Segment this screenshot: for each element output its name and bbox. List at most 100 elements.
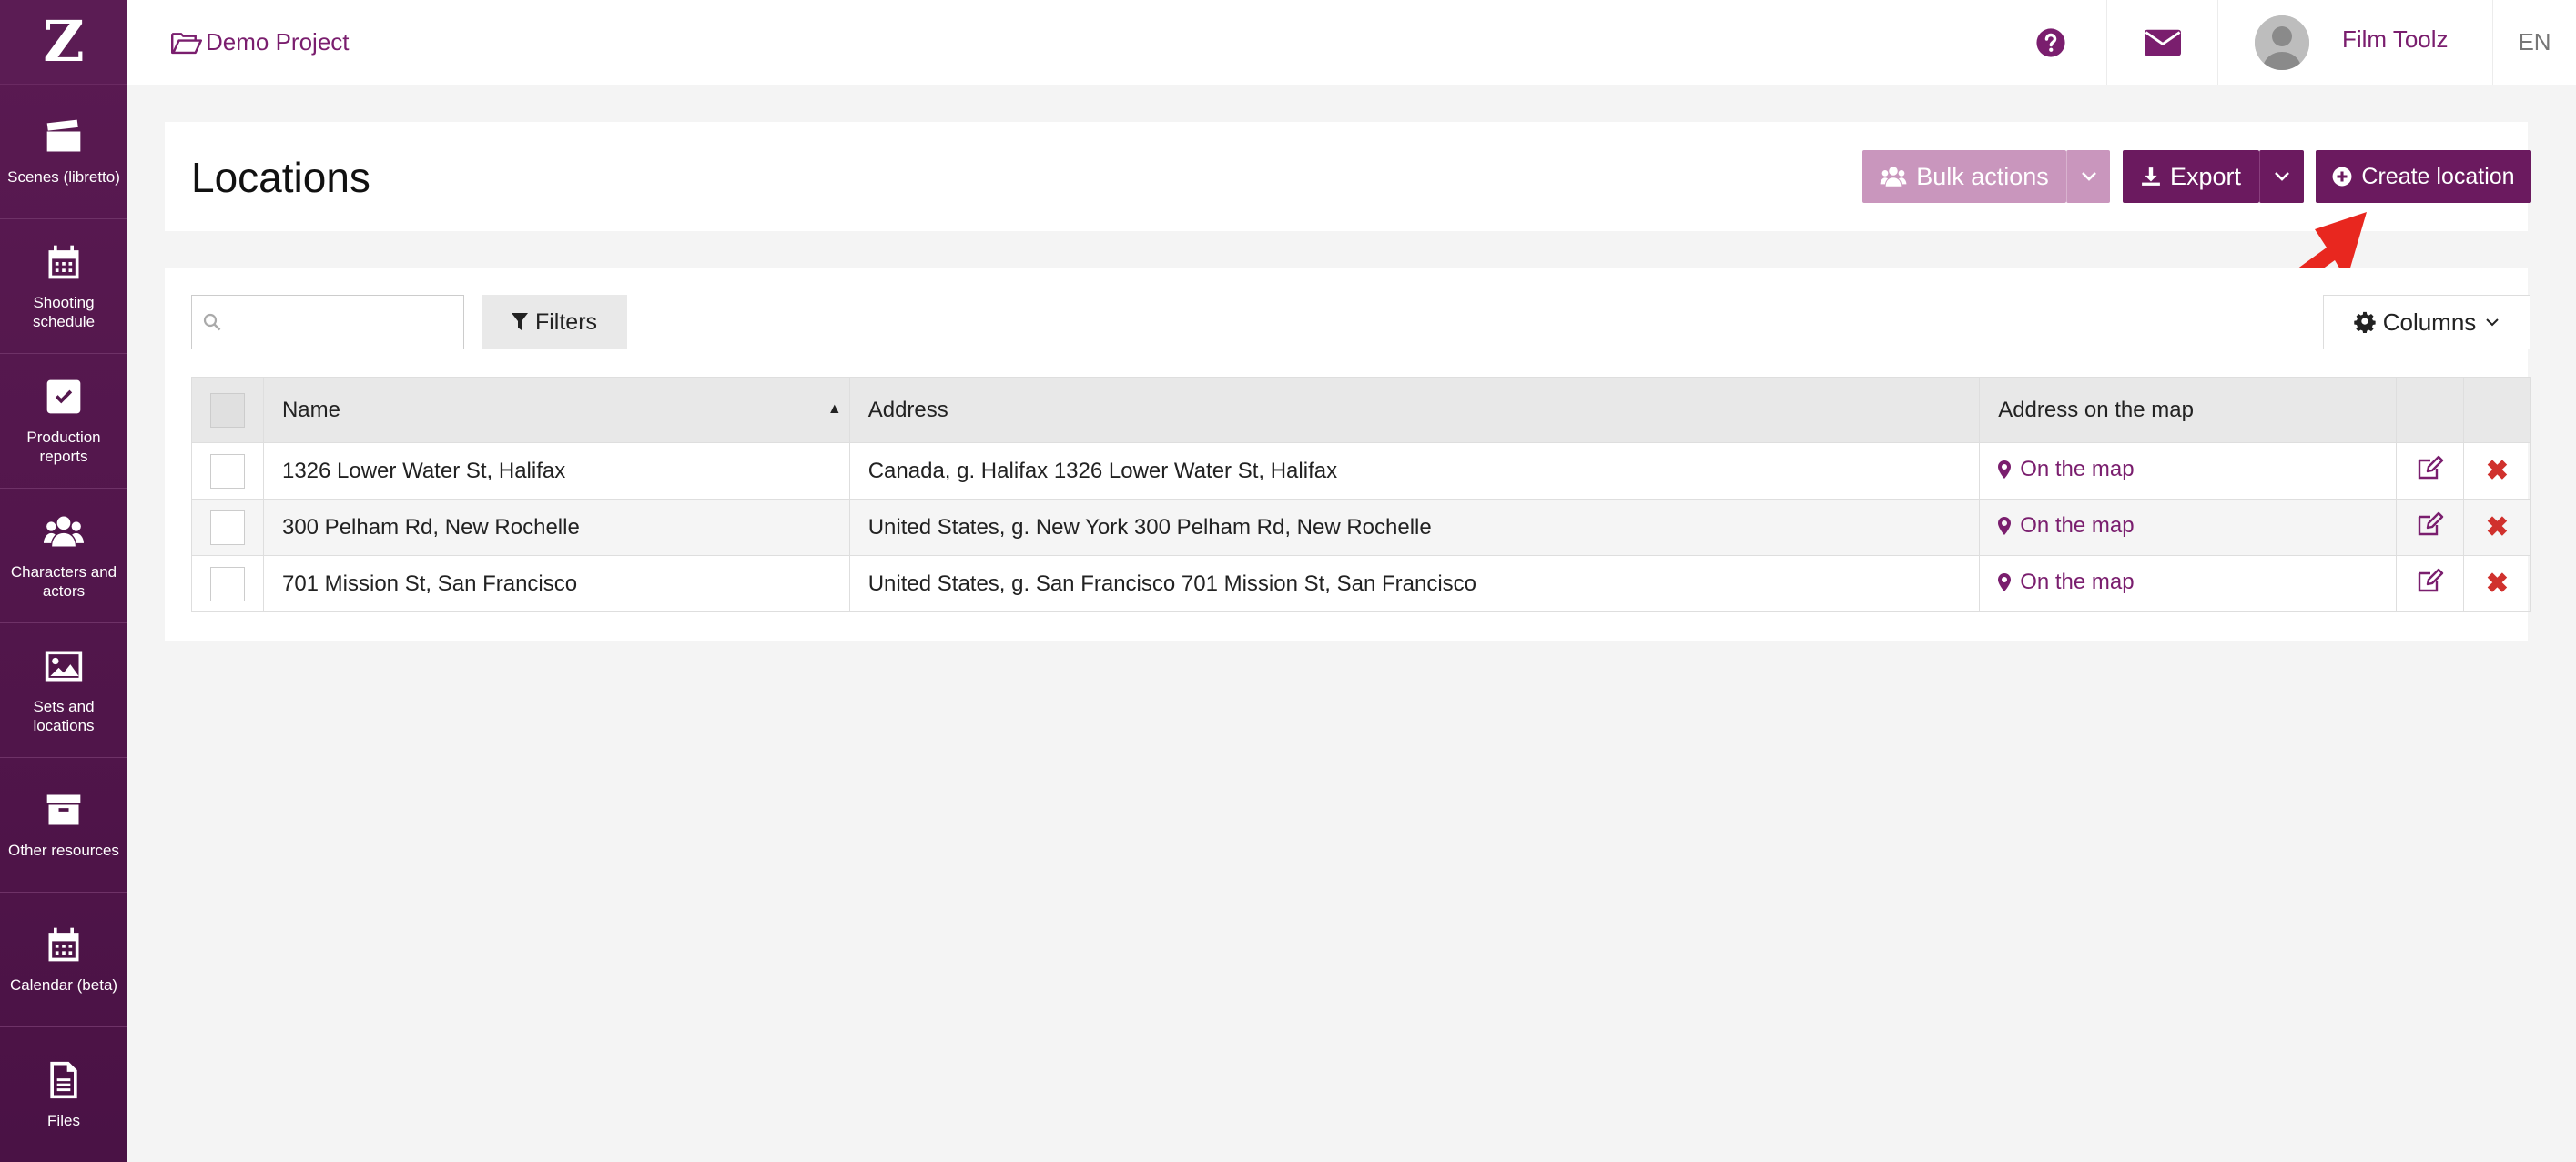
columns-button[interactable]: Columns [2323, 295, 2530, 349]
sidebar-item-characters[interactable]: Characters and actors [0, 489, 127, 623]
on-the-map-label: On the map [2020, 457, 2135, 481]
column-header-label: Address on the map [1998, 397, 2194, 422]
on-the-map-label: On the map [2020, 513, 2135, 538]
search-icon [203, 313, 221, 331]
sidebar-item-label: Scenes (libretto) [7, 168, 120, 186]
map-marker-icon [1998, 517, 2012, 535]
delete-icon: ✖ [2485, 569, 2510, 599]
map-marker-icon [1998, 573, 2012, 591]
delete-button[interactable]: ✖ [2462, 555, 2532, 612]
sidebar: Z Scenes (libretto) Shooting schedule Pr… [0, 0, 127, 1162]
select-all-cell [191, 377, 264, 443]
location-address: Canada, g. Halifax 1326 Lower Water St, … [848, 442, 1981, 500]
delete-icon: ✖ [2485, 456, 2510, 486]
app-logo[interactable]: Z [0, 0, 127, 85]
map-cell: On the map [1979, 555, 2398, 612]
help-button[interactable] [1995, 0, 2106, 85]
table-row: 1326 Lower Water St, Halifax Canada, g. … [191, 442, 2532, 500]
delete-button[interactable]: ✖ [2462, 442, 2532, 500]
archive-icon [46, 794, 81, 825]
top-bar: Demo Project Film Toolz EN [127, 0, 2576, 85]
sidebar-item-scenes[interactable]: Scenes (libretto) [0, 85, 127, 219]
users-icon [44, 516, 84, 546]
user-menu[interactable]: Film Toolz [2217, 0, 2492, 85]
calendar-icon [48, 245, 79, 278]
sidebar-item-label: Other resources [8, 842, 119, 859]
edit-button[interactable] [2396, 499, 2464, 556]
calendar-icon [48, 927, 79, 962]
map-cell: On the map [1979, 499, 2398, 556]
export-label: Export [2169, 162, 2242, 190]
delete-icon: ✖ [2485, 512, 2510, 542]
locations-panel: Filters Columns Name ▲ Address Address o… [165, 268, 2532, 641]
export-button[interactable]: Export [2123, 150, 2259, 203]
users-icon [1880, 167, 1907, 187]
page-title: Locations [191, 154, 370, 201]
column-header-label: Address [867, 397, 948, 422]
on-the-map-link[interactable]: On the map [1998, 570, 2135, 595]
sidebar-item-sets-locations[interactable]: Sets and locations [0, 623, 127, 758]
sidebar-item-label: Characters and actors [10, 562, 117, 600]
column-header-name[interactable]: Name ▲ [262, 377, 850, 443]
row-checkbox[interactable] [209, 453, 245, 489]
sidebar-item-shooting-schedule[interactable]: Shooting schedule [0, 219, 127, 354]
delete-button[interactable]: ✖ [2462, 499, 2532, 556]
row-select-cell [191, 442, 264, 500]
chevron-down-icon [2081, 172, 2096, 181]
language-label: EN [2518, 28, 2551, 56]
sidebar-item-other-resources[interactable]: Other resources [0, 758, 127, 893]
user-name: Film Toolz [2342, 25, 2449, 53]
edit-icon [2418, 511, 2443, 536]
sidebar-item-production-reports[interactable]: Production reports [0, 354, 127, 489]
columns-label: Columns [2382, 308, 2477, 336]
avatar [2255, 15, 2309, 70]
row-checkbox[interactable] [209, 510, 245, 545]
location-address: United States, g. San Francisco 701 Miss… [848, 555, 1981, 612]
top-right-controls: Film Toolz EN [1995, 0, 2576, 85]
checkbox-icon [46, 379, 81, 413]
edit-button[interactable] [2396, 555, 2464, 612]
project-breadcrumb[interactable]: Demo Project [171, 28, 350, 56]
sidebar-item-calendar[interactable]: Calendar (beta) [0, 893, 127, 1027]
clapperboard-icon [46, 119, 81, 152]
chevron-down-icon [2275, 172, 2289, 181]
bulk-actions-label: Bulk actions [1916, 162, 2049, 190]
page-header: Locations Bulk actions Export Create loc… [165, 122, 2531, 231]
create-location-button[interactable]: Create location [2316, 150, 2531, 203]
search-box[interactable] [191, 295, 464, 349]
sidebar-item-label: Calendar (beta) [9, 976, 118, 994]
help-icon [2036, 27, 2065, 57]
bulk-actions-dropdown[interactable] [2066, 150, 2110, 203]
table-row: 300 Pelham Rd, New Rochelle United State… [191, 499, 2532, 556]
on-the-map-link[interactable]: On the map [1998, 513, 2135, 539]
row-select-cell [191, 499, 264, 556]
map-cell: On the map [1979, 442, 2398, 500]
edit-button[interactable] [2396, 442, 2464, 500]
messages-button[interactable] [2106, 0, 2217, 85]
image-icon [45, 651, 83, 681]
edit-icon [2418, 455, 2443, 480]
file-icon [50, 1061, 77, 1098]
search-input[interactable] [230, 309, 449, 335]
chevron-down-icon [2486, 318, 2500, 327]
column-header-label: Name [281, 397, 340, 422]
edit-icon [2418, 568, 2443, 592]
filters-button[interactable]: Filters [482, 295, 627, 349]
logo-mark: Z [43, 8, 85, 75]
location-name: 300 Pelham Rd, New Rochelle [262, 499, 850, 556]
language-selector[interactable]: EN [2492, 0, 2576, 85]
gear-icon [2353, 311, 2376, 333]
sidebar-item-files[interactable]: Files [0, 1027, 127, 1162]
export-dropdown[interactable] [2259, 150, 2304, 203]
column-header-address[interactable]: Address [848, 377, 1981, 443]
filters-label: Filters [534, 308, 598, 335]
plus-circle-icon [2332, 167, 2352, 187]
on-the-map-link[interactable]: On the map [1998, 457, 2135, 482]
mail-icon [2144, 29, 2181, 56]
create-location-label: Create location [2361, 163, 2515, 189]
column-header-map[interactable]: Address on the map [1979, 377, 2398, 443]
download-icon [2142, 167, 2160, 186]
row-checkbox[interactable] [209, 566, 245, 601]
bulk-actions-button[interactable]: Bulk actions [1862, 150, 2066, 203]
select-all-checkbox[interactable] [209, 392, 245, 428]
